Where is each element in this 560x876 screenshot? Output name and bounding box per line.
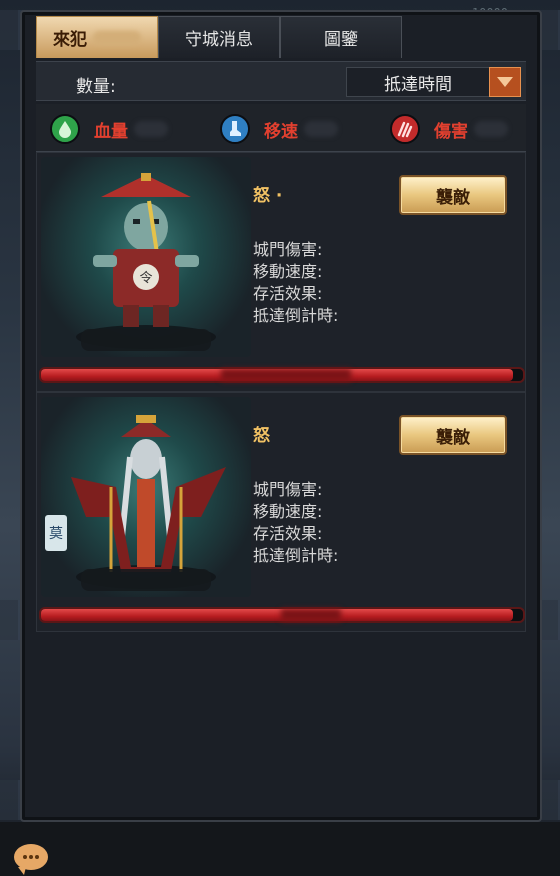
tab-invaders[interactable]: 來犯 <box>36 16 158 58</box>
stat-gate-damage: 城門傷害: <box>253 480 323 499</box>
enemy-card: 莫 怒 襲敵 城門傷害: 移動速度: 存活效果: 抵達倒計時: <box>36 392 526 632</box>
chevron-down-icon <box>497 77 513 87</box>
attack-enemy-button[interactable]: 襲敵 <box>399 175 507 215</box>
stat-legend: 血量 移速 傷害 <box>36 104 526 152</box>
tab-label: 守城消息 <box>185 30 253 50</box>
hp-bar <box>39 607 525 623</box>
blurred-text <box>134 121 168 137</box>
stat-arrival-countdown: 抵達倒計時: <box>253 546 339 565</box>
blurred-text <box>221 369 351 381</box>
legend-item-speed: 移速 <box>220 114 338 144</box>
stat-survival-effect: 存活效果: <box>253 524 323 543</box>
legend-label: 血量 <box>94 121 128 142</box>
enemy-stats: 城門傷害: 移動速度: 存活效果: 抵達倒計時: <box>253 239 338 327</box>
tab-label: 圖鑒 <box>324 30 358 50</box>
enemy-card: 令 怒 · 襲敵 城門傷害: 移動速度: 存活效果: 抵達倒計時: <box>36 152 526 392</box>
blurred-text <box>281 609 341 621</box>
sort-select[interactable]: 抵達時間 <box>346 67 490 97</box>
blurred-text <box>474 121 508 137</box>
legend-label: 傷害 <box>434 121 468 142</box>
quantity-label: 數量: <box>76 77 116 97</box>
tab-label: 來犯 <box>53 30 87 50</box>
hp-bar <box>39 367 525 383</box>
tab-bar: 來犯 守城消息 圖鑒 <box>36 16 402 58</box>
svg-text:莫: 莫 <box>49 526 63 542</box>
enemy-name: 怒 · <box>253 186 283 206</box>
enemy-portrait: 令 <box>41 157 251 357</box>
boot-icon <box>220 114 250 144</box>
tab-defense-news[interactable]: 守城消息 <box>158 16 280 58</box>
blurred-text <box>304 121 338 137</box>
stat-gate-damage: 城門傷害: <box>253 240 323 259</box>
legend-label: 移速 <box>264 121 298 142</box>
svg-text:令: 令 <box>139 271 152 286</box>
tab-compendium[interactable]: 圖鑒 <box>280 16 402 58</box>
stat-arrival-countdown: 抵達倒計時: <box>253 306 339 325</box>
blood-drop-icon <box>50 114 80 144</box>
enemy-name: 怒 <box>253 426 270 446</box>
bottom-bar <box>0 822 560 876</box>
stat-move-speed: 移動速度: <box>253 262 323 281</box>
filter-bar: 數量: 抵達時間 <box>36 61 526 101</box>
sort-dropdown-button[interactable] <box>489 67 521 97</box>
stat-move-speed: 移動速度: <box>253 502 323 521</box>
blurred-text <box>93 30 141 45</box>
stat-survival-effect: 存活效果: <box>253 284 323 303</box>
legend-item-damage: 傷害 <box>390 114 508 144</box>
legend-item-hp: 血量 <box>50 114 168 144</box>
hp-bar-fill <box>41 609 514 621</box>
claw-icon <box>390 114 420 144</box>
enemy-stats: 城門傷害: 移動速度: 存活效果: 抵達倒計時: <box>253 479 338 567</box>
chat-bubble-icon[interactable] <box>14 844 48 875</box>
enemy-portrait: 莫 <box>41 397 251 597</box>
attack-enemy-button[interactable]: 襲敵 <box>399 415 507 455</box>
